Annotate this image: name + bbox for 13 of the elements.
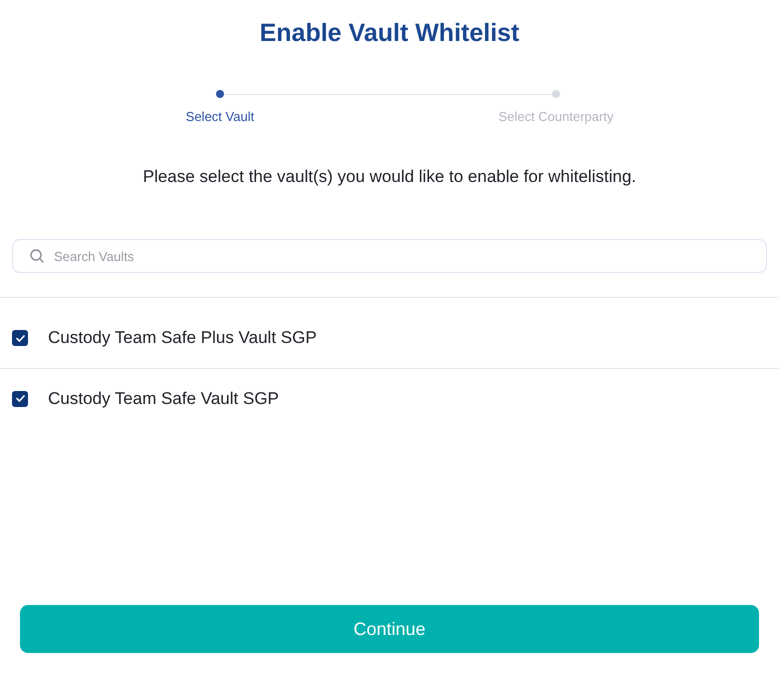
checkbox[interactable]	[12, 330, 28, 346]
check-icon	[16, 334, 24, 342]
step-label: Select Vault	[186, 109, 254, 125]
vault-name: Custody Team Safe Plus Vault SGP	[48, 327, 317, 349]
instruction-text: Please select the vault(s) you would like to enable for whitelisting.	[142, 167, 636, 187]
checkbox[interactable]	[12, 390, 28, 406]
vault-name: Custody Team Safe Vault SGP	[48, 388, 279, 410]
dialog-title: Enable Vault Whitelist	[260, 18, 520, 48]
continue-button[interactable]: Continue	[20, 605, 759, 653]
search-icon	[30, 249, 44, 263]
check-icon	[16, 395, 24, 402]
step-label: Select Counterparty	[498, 109, 614, 125]
search-field[interactable]: Search Vaults	[12, 239, 767, 273]
